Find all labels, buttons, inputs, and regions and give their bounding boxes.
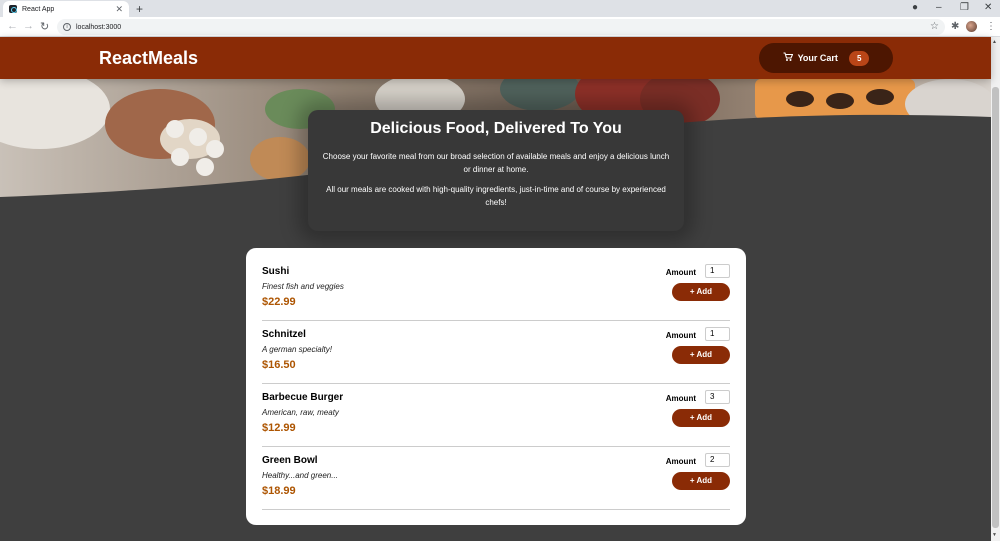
browser-tab-bar: React App ✕ + ● – ❐ ✕ <box>0 0 1000 17</box>
amount-label: Amount <box>665 394 696 403</box>
add-button[interactable]: + Add <box>672 283 730 301</box>
amount-input[interactable]: 2 <box>705 453 730 467</box>
minimize-icon[interactable]: – <box>936 2 942 13</box>
app-title: ReactMeals <box>99 47 199 68</box>
meal-item-green-bowl: Green Bowl Healthy...and green... $18.99… <box>262 447 730 510</box>
amount-input[interactable]: 3 <box>705 390 730 404</box>
meals-card: Sushi Finest fish and veggies $22.99 Amo… <box>246 248 746 525</box>
address-bar[interactable]: i localhost:3000 <box>57 19 945 35</box>
star-icon[interactable]: ☆ <box>930 21 939 32</box>
add-button[interactable]: + Add <box>672 472 730 490</box>
scroll-down-arrow-icon[interactable]: ▼ <box>992 532 997 538</box>
meal-price: $18.99 <box>262 485 296 497</box>
cart-count-badge: 5 <box>848 50 870 66</box>
meal-item-schnitzel: Schnitzel A german specialty! $16.50 Amo… <box>262 321 730 384</box>
meal-name: Schnitzel <box>262 329 306 340</box>
tab-title: React App <box>22 5 55 13</box>
meal-description: Healthy...and green... <box>262 471 338 480</box>
info-icon[interactable]: i <box>63 23 71 31</box>
window-close-icon[interactable]: ✕ <box>984 2 992 13</box>
reload-icon[interactable]: ↻ <box>40 20 49 33</box>
cart-icon <box>783 51 793 65</box>
amount-label: Amount <box>665 331 696 340</box>
tab-search-icon[interactable]: ● <box>912 2 918 13</box>
amount-input[interactable]: 1 <box>705 264 730 278</box>
new-tab-plus-icon[interactable]: + <box>136 2 143 16</box>
maximize-icon[interactable]: ❐ <box>960 2 969 13</box>
browser-toolbar: ← → ↻ i localhost:3000 ☆ ✱ ⋮ <box>0 17 1000 37</box>
meal-description: Finest fish and veggies <box>262 282 344 291</box>
summary-paragraph: Choose your favorite meal from our broad… <box>322 152 670 174</box>
react-favicon-icon <box>9 5 17 13</box>
amount-label: Amount <box>665 268 696 277</box>
meal-name: Barbecue Burger <box>262 392 344 403</box>
scroll-up-arrow-icon[interactable]: ▲ <box>992 39 997 45</box>
url-text: localhost:3000 <box>76 23 122 31</box>
summary-heading: Delicious Food, Delivered To You <box>370 120 622 137</box>
meal-price: $22.99 <box>262 296 296 308</box>
meal-price: $12.99 <box>262 422 296 434</box>
meal-name: Green Bowl <box>262 455 318 466</box>
meal-description: A german specialty! <box>262 345 332 354</box>
meal-item-sushi: Sushi Finest fish and veggies $22.99 Amo… <box>262 258 730 321</box>
close-icon[interactable]: ✕ <box>115 4 123 15</box>
forward-arrow-icon[interactable]: → <box>23 20 34 32</box>
profile-avatar[interactable] <box>966 21 977 32</box>
scrollbar-thumb[interactable] <box>992 87 999 528</box>
meal-price: $16.50 <box>262 359 296 371</box>
meal-name: Sushi <box>262 266 290 277</box>
app-header: ReactMeals Your Cart 5 <box>0 37 991 79</box>
page-scrollbar[interactable]: ▲ ▼ <box>991 37 1000 541</box>
meal-description: American, raw, meaty <box>262 408 339 417</box>
summary-card: Delicious Food, Delivered To You Choose … <box>308 110 684 231</box>
cart-label: Your Cart <box>797 53 838 63</box>
cart-button[interactable]: Your Cart 5 <box>759 43 893 73</box>
add-button[interactable]: + Add <box>672 409 730 427</box>
back-arrow-icon[interactable]: ← <box>7 20 18 32</box>
browser-tab[interactable]: React App ✕ <box>3 1 129 17</box>
amount-input[interactable]: 1 <box>705 327 730 341</box>
add-button[interactable]: + Add <box>672 346 730 364</box>
amount-label: Amount <box>665 457 696 466</box>
meal-item-barbecue-burger: Barbecue Burger American, raw, meaty $12… <box>262 384 730 447</box>
menu-dots-icon[interactable]: ⋮ <box>986 21 996 32</box>
summary-paragraph: All our meals are cooked with high-quali… <box>326 185 666 207</box>
puzzle-icon[interactable]: ✱ <box>951 21 959 32</box>
